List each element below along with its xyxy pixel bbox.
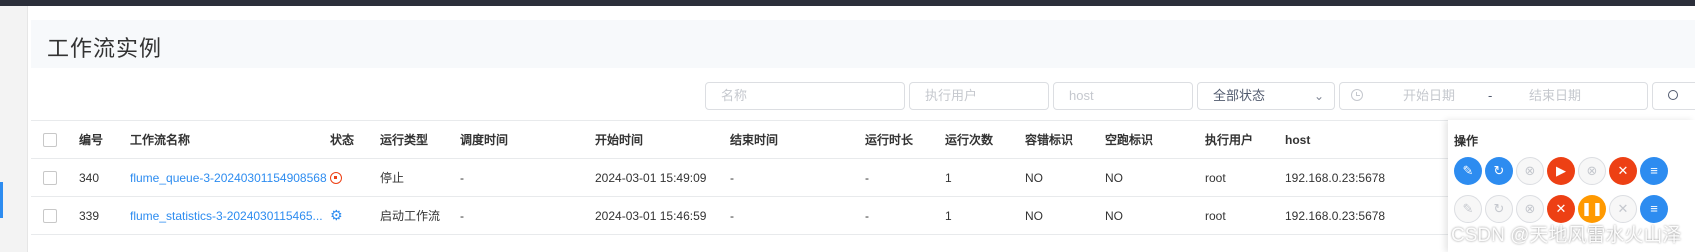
recover-failed-icon[interactable]: ⊗ [1516, 195, 1544, 223]
search-icon [1668, 90, 1678, 100]
cell-end-time: - [730, 158, 865, 197]
cell-id: 340 [79, 158, 130, 197]
edit-icon[interactable]: ✎ [1454, 195, 1482, 223]
table-header-row: 编号 工作流名称 状态 运行类型 调度时间 开始时间 结束时间 运行时长 运行次… [31, 120, 1695, 159]
col-executor: 执行用户 [1205, 120, 1285, 159]
chevron-down-icon: ⌄ [1313, 89, 1324, 103]
col-run-type: 运行类型 [380, 120, 460, 159]
date-separator: - [1488, 88, 1493, 103]
select-all-cell [31, 120, 79, 159]
edit-icon[interactable]: ✎ [1454, 157, 1482, 185]
name-search-input[interactable]: 名称 [705, 82, 905, 110]
col-duration: 运行时长 [865, 120, 945, 159]
col-name: 工作流名称 [130, 120, 330, 159]
date-range-picker[interactable]: 开始日期 - 结束日期 [1339, 82, 1648, 110]
cell-schedule-time: - [460, 196, 595, 235]
pause-icon[interactable]: ⊗ [1578, 157, 1606, 185]
cell-fault-tolerant: NO [1025, 196, 1105, 235]
select-all-checkbox[interactable] [43, 132, 57, 147]
row-checkbox[interactable] [43, 208, 57, 223]
stop-icon[interactable]: ✕ [1547, 195, 1575, 223]
gantt-icon[interactable]: ≡ [1640, 195, 1668, 223]
row-select-cell [31, 158, 79, 197]
col-fault-tolerant: 容错标识 [1025, 120, 1105, 159]
workflow-instance-table: 编号 工作流名称 状态 运行类型 调度时间 开始时间 结束时间 运行时长 运行次… [31, 120, 1695, 235]
cell-schedule-time: - [460, 158, 595, 197]
cell-name-link[interactable]: flume_queue-3-20240301154908568 [130, 158, 330, 197]
executor-search-placeholder: 执行用户 [925, 88, 978, 103]
start-date-placeholder: 开始日期 [1403, 88, 1456, 103]
host-search-placeholder: host [1069, 88, 1094, 103]
page-header: 工作流实例 [31, 20, 1695, 68]
rerun-icon[interactable]: ↻ [1485, 195, 1513, 223]
cell-run-times: 1 [945, 158, 1025, 197]
delete-icon[interactable]: ✕ [1609, 195, 1637, 223]
page-title: 工作流实例 [47, 36, 163, 61]
cell-state: ⚙ [330, 196, 380, 235]
sidebar-strip [0, 6, 28, 252]
col-dry-run: 空跑标识 [1105, 120, 1205, 159]
status-select[interactable]: 全部状态 ⌄ [1197, 82, 1335, 110]
cell-duration: - [865, 196, 945, 235]
cell-name-link[interactable]: flume_statistics-3-2024030115465... [130, 196, 330, 235]
cell-run-type: 启动工作流 [380, 196, 460, 235]
cell-fault-tolerant: NO [1025, 158, 1105, 197]
col-id: 编号 [79, 120, 130, 159]
cell-executor: root [1205, 158, 1285, 197]
col-schedule-time: 调度时间 [460, 120, 595, 159]
col-end-time: 结束时间 [730, 120, 865, 159]
gear-icon[interactable]: ⚙ [330, 207, 343, 223]
name-search-placeholder: 名称 [721, 88, 748, 103]
pause-icon[interactable]: ❚❚ [1578, 195, 1606, 223]
top-navbar [0, 0, 1695, 6]
execute-icon[interactable]: ▶ [1547, 157, 1575, 185]
col-run-times: 运行次数 [945, 120, 1025, 159]
cell-end-time: - [730, 196, 865, 235]
cell-id: 339 [79, 196, 130, 235]
cell-duration: - [865, 158, 945, 197]
cell-dry-run: NO [1105, 196, 1205, 235]
stop-circle-icon[interactable] [330, 172, 342, 185]
status-select-value: 全部状态 [1213, 88, 1266, 103]
executor-search-input[interactable]: 执行用户 [909, 82, 1049, 110]
cell-run-type: 停止 [380, 158, 460, 197]
cell-start-time: 2024-03-01 15:49:09 [595, 158, 730, 197]
row-select-cell [31, 196, 79, 235]
cell-dry-run: NO [1105, 158, 1205, 197]
table-row: 340 flume_queue-3-20240301154908568 停止 -… [31, 158, 1695, 197]
col-start-time: 开始时间 [595, 120, 730, 159]
host-search-input[interactable]: host [1053, 82, 1193, 110]
end-date-placeholder: 结束日期 [1529, 88, 1582, 103]
clock-icon [1351, 89, 1363, 101]
table-row: 339 flume_statistics-3-2024030115465... … [31, 196, 1695, 235]
sidebar-active-indicator [0, 182, 3, 218]
cell-start-time: 2024-03-01 15:46:59 [595, 196, 730, 235]
search-button[interactable] [1652, 82, 1695, 110]
recover-failed-icon[interactable]: ⊗ [1516, 157, 1544, 185]
delete-icon[interactable]: ✕ [1609, 157, 1637, 185]
row-checkbox[interactable] [43, 170, 57, 185]
col-state: 状态 [330, 120, 380, 159]
cell-state [330, 158, 380, 197]
gantt-icon[interactable]: ≡ [1640, 157, 1668, 185]
rerun-icon[interactable]: ↻ [1485, 157, 1513, 185]
cell-executor: root [1205, 196, 1285, 235]
csdn-watermark: CSDN @天地风雷水火山泽 [1451, 225, 1682, 246]
col-operation: 操作 [1454, 134, 1479, 148]
cell-run-times: 1 [945, 196, 1025, 235]
